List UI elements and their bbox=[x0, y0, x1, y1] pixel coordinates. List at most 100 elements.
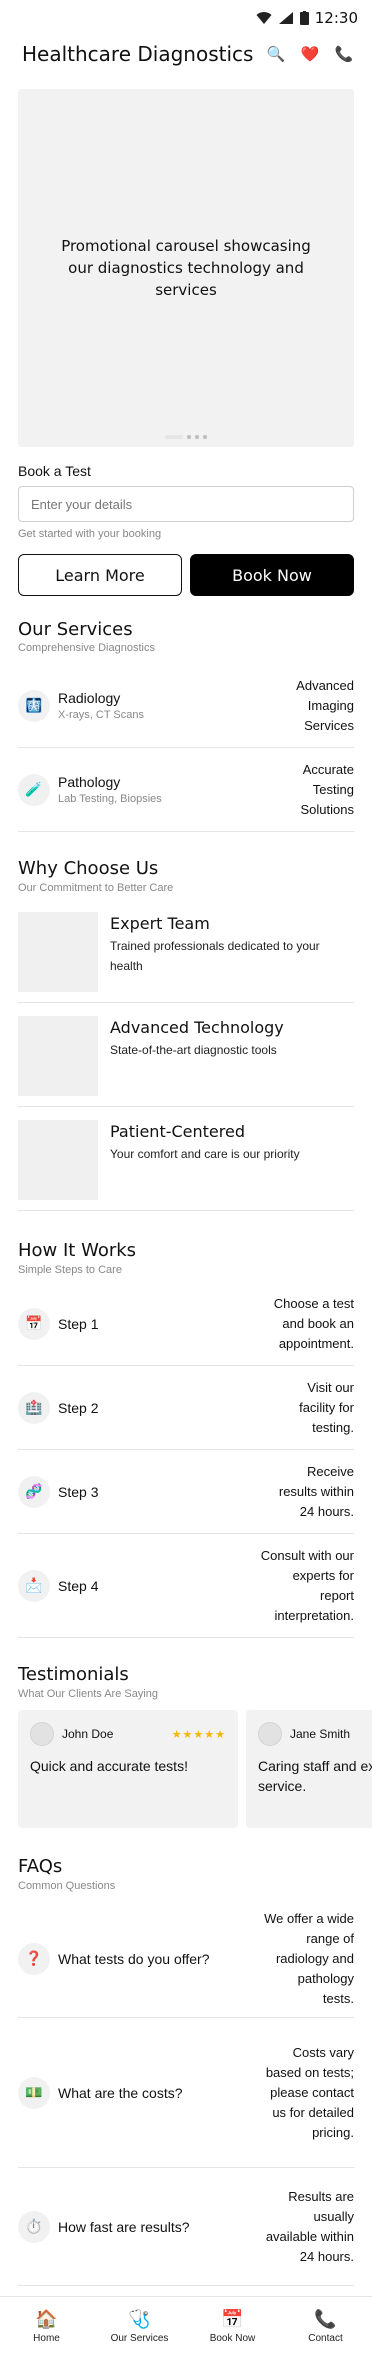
step-desc: Visit our facility for testing. bbox=[299, 1379, 354, 1435]
nav-label: Home bbox=[33, 2333, 60, 2344]
testimonial-quote: Quick and accurate tests! bbox=[30, 1758, 188, 1774]
calendar-icon: 📅 bbox=[221, 2309, 244, 2329]
faq-item[interactable]: ⏱️ How fast are results? Results are usu… bbox=[18, 2168, 354, 2286]
app-title: Healthcare Diagnostics bbox=[22, 42, 254, 66]
learn-more-button[interactable]: Learn More bbox=[18, 554, 182, 596]
how-subtitle: Simple Steps to Care bbox=[18, 1264, 122, 1276]
dna-icon: 🧬 bbox=[18, 1475, 50, 1508]
stopwatch-icon: ⏱️ bbox=[18, 2210, 50, 2243]
book-now-button[interactable]: Book Now bbox=[190, 554, 354, 596]
services-subtitle: Comprehensive Diagnostics bbox=[18, 642, 155, 654]
step-row-2[interactable]: 🏥 Step 2 Visit our facility for testing. bbox=[18, 1366, 354, 1450]
why-item-advanced-technology: Advanced Technology State-of-the-art dia… bbox=[18, 1016, 354, 1107]
faq-answer: Costs vary based on tests; please contac… bbox=[265, 2044, 354, 2140]
step-row-3[interactable]: 🧬 Step 3 Receive results within 24 hours… bbox=[18, 1450, 354, 1534]
service-sublabel: X-rays, CT Scans bbox=[58, 709, 144, 721]
search-icon[interactable]: 🔍 bbox=[266, 45, 286, 63]
star-rating-icon: ★★★★★ bbox=[171, 1728, 226, 1741]
carousel-dot[interactable] bbox=[195, 435, 199, 439]
stethoscope-icon: 🩺 bbox=[128, 2309, 151, 2329]
faq-question: What tests do you offer? bbox=[58, 1950, 210, 1967]
service-row-radiology[interactable]: 🩻 Radiology X-rays, CT Scans Advanced Im… bbox=[18, 664, 354, 748]
why-item-title: Patient-Centered bbox=[110, 1122, 245, 1141]
calendar-icon: 📅 bbox=[18, 1307, 50, 1340]
status-time: 12:30 bbox=[314, 9, 358, 27]
details-input[interactable] bbox=[18, 486, 354, 522]
why-item-patient-centered: Patient-Centered Your comfort and care i… bbox=[18, 1120, 354, 1211]
service-tagline: Accurate Testing Solutions bbox=[300, 761, 354, 817]
book-test-label: Book a Test bbox=[18, 463, 91, 479]
service-label: Pathology bbox=[58, 774, 121, 790]
testimonials-title: Testimonials bbox=[18, 1664, 129, 1685]
home-icon: 🏠 bbox=[35, 2309, 58, 2329]
step-label: Step 3 bbox=[58, 1483, 99, 1500]
heart-icon[interactable]: ❤️ bbox=[300, 45, 320, 63]
booking-hint: Get started with your booking bbox=[18, 528, 162, 540]
why-item-title: Advanced Technology bbox=[110, 1018, 284, 1037]
xray-icon: 🩻 bbox=[18, 689, 50, 722]
step-desc: Consult with our experts for report inte… bbox=[260, 1547, 354, 1623]
nav-item-book-now[interactable]: 📅 Book Now bbox=[186, 2297, 279, 2356]
step-label: Step 1 bbox=[58, 1315, 99, 1332]
testimonial-card: Jane Smith Caring staff and excellent se… bbox=[246, 1710, 372, 1828]
money-icon: 💵 bbox=[18, 2076, 50, 2109]
promo-carousel[interactable]: Promotional carousel showcasing our diag… bbox=[18, 89, 354, 447]
image-placeholder bbox=[18, 1120, 98, 1200]
why-item-title: Expert Team bbox=[110, 914, 210, 933]
why-title: Why Choose Us bbox=[18, 858, 159, 879]
carousel-dot[interactable] bbox=[203, 435, 207, 439]
testimonial-card: John Doe ★★★★★ Quick and accurate tests! bbox=[18, 1710, 238, 1828]
battery-icon bbox=[299, 11, 309, 25]
why-item-desc: Trained professionals dedicated to your … bbox=[110, 939, 320, 973]
testimonial-quote: Caring staff and excellent service. bbox=[258, 1758, 372, 1794]
nav-label: Contact bbox=[308, 2333, 343, 2344]
services-title: Our Services bbox=[18, 619, 133, 640]
service-tagline: Advanced Imaging Services bbox=[296, 677, 354, 733]
nav-item-contact[interactable]: 📞 Contact bbox=[279, 2297, 372, 2356]
signal-icon bbox=[278, 12, 293, 24]
test-tube-icon: 🧪 bbox=[18, 773, 50, 806]
testimonial-name: John Doe bbox=[62, 1727, 114, 1741]
phone-icon[interactable]: 📞 bbox=[334, 45, 354, 63]
carousel-dot[interactable] bbox=[165, 435, 183, 439]
wifi-icon bbox=[256, 12, 272, 24]
nav-item-services[interactable]: 🩺 Our Services bbox=[93, 2297, 186, 2356]
avatar bbox=[258, 1722, 282, 1746]
carousel-caption: Promotional carousel showcasing our diag… bbox=[61, 237, 311, 299]
how-title: How It Works bbox=[18, 1240, 137, 1261]
step-desc: Choose a test and book an appointment. bbox=[273, 1295, 354, 1351]
testimonial-name: Jane Smith bbox=[290, 1727, 351, 1741]
step-label: Step 2 bbox=[58, 1399, 99, 1416]
faq-item[interactable]: ❓ What tests do you offer? We offer a wi… bbox=[18, 1900, 354, 2018]
image-placeholder bbox=[18, 912, 98, 992]
testimonials-subtitle: What Our Clients Are Saying bbox=[18, 1688, 159, 1700]
carousel-dot[interactable] bbox=[187, 435, 191, 439]
phone-icon: 📞 bbox=[314, 2309, 337, 2329]
app-bar: Healthcare Diagnostics 🔍 ❤️ 📞 bbox=[0, 36, 372, 72]
nav-item-home[interactable]: 🏠 Home bbox=[0, 2297, 93, 2356]
status-bar: 12:30 bbox=[0, 0, 372, 36]
service-row-pathology[interactable]: 🧪 Pathology Lab Testing, Biopsies Accura… bbox=[18, 748, 354, 832]
testimonials-carousel[interactable]: John Doe ★★★★★ Quick and accurate tests!… bbox=[18, 1710, 372, 1828]
faq-item[interactable]: 💵 What are the costs? Costs vary based o… bbox=[18, 2018, 354, 2168]
why-subtitle: Our Commitment to Better Care bbox=[18, 882, 174, 894]
nav-label: Our Services bbox=[110, 2333, 169, 2344]
hospital-icon: 🏥 bbox=[18, 1391, 50, 1424]
step-label: Step 4 bbox=[58, 1577, 99, 1594]
faq-answer: We offer a wide range of radiology and p… bbox=[264, 1910, 354, 2006]
faq-question: What are the costs? bbox=[58, 2084, 183, 2101]
carousel-dots bbox=[18, 435, 354, 439]
app-actions: 🔍 ❤️ 📞 bbox=[266, 45, 354, 63]
why-item-desc: State-of-the-art diagnostic tools bbox=[110, 1043, 277, 1057]
image-placeholder bbox=[18, 1016, 98, 1096]
service-label: Radiology bbox=[58, 690, 121, 706]
faqs-title: FAQs bbox=[18, 1856, 63, 1877]
step-row-1[interactable]: 📅 Step 1 Choose a test and book an appoi… bbox=[18, 1282, 354, 1366]
why-item-desc: Your comfort and care is our priority bbox=[110, 1147, 300, 1161]
faq-question: How fast are results? bbox=[58, 2218, 190, 2235]
faq-answer: Results are usually available within 24 … bbox=[265, 2188, 354, 2264]
nav-label: Book Now bbox=[209, 2333, 256, 2344]
faqs-subtitle: Common Questions bbox=[18, 1880, 116, 1892]
question-icon: ❓ bbox=[18, 1942, 50, 1975]
step-row-4[interactable]: 📩 Step 4 Consult with our experts for re… bbox=[18, 1534, 354, 1638]
